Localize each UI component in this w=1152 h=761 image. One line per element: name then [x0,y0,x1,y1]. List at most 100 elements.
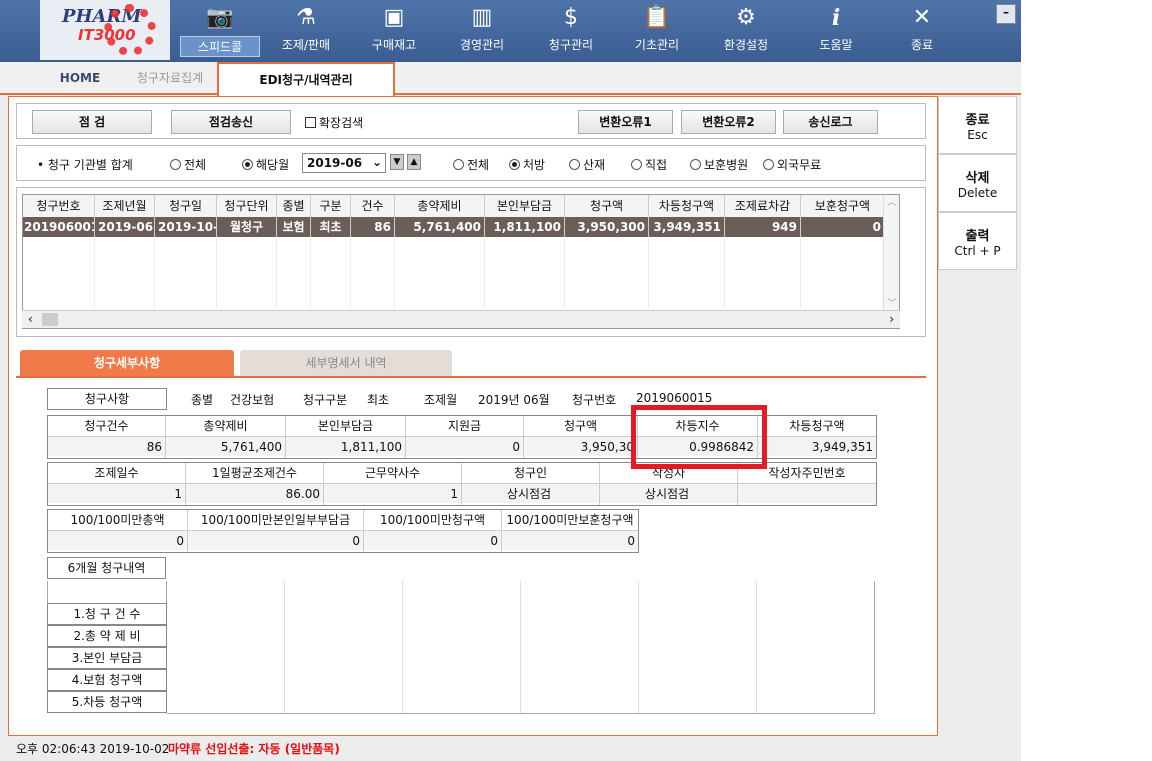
grid-cell: 월청구 [217,217,277,237]
under100-total-field: 0 [48,530,187,550]
scroll-thumb[interactable] [42,313,58,326]
chevron-down-icon: ⌄ [371,155,382,169]
month-value: 2019년 06월 [478,393,550,407]
toolbar-speedcall-button[interactable]: 📷 스피드콜 [180,4,260,58]
kind-label: 종별 [191,393,214,407]
scroll-down-icon: ﹀ [887,299,897,309]
mortar-icon: ⚗ [296,5,316,30]
toolbar-basic-button[interactable]: 📋 기초관리 [617,4,697,58]
scroll-left-icon: ‹ [28,312,33,326]
toolbar-purchase-button[interactable]: ▣ 구매재고 [354,4,434,58]
up-arrow-button[interactable]: ▲ [407,154,421,170]
toolbar-exit-button[interactable]: ✕ 종료 [882,4,962,58]
grid-header[interactable]: 총약제비 [395,195,485,217]
coins-icon: $ [564,5,578,30]
copay-field: 1,811,100 [286,436,405,456]
radio-veteran[interactable]: 보훈병원 [690,156,748,173]
toolbar-management-button[interactable]: ▥ 경영관리 [442,4,522,58]
status-bar: 오후 02:06:43 2019-10-02 마약류 선입선출: 자동 (일반품… [0,737,1021,761]
history-row-label: 1.청 구 건 수 [47,603,167,625]
radio-month[interactable]: 해당월 [242,156,289,173]
claim-org-sum-label: • 청구 기관별 합계 [37,158,133,172]
grid-cell: 2019060015 [23,217,95,237]
button-bar: 점 검 점검송신 확장검색 변환오류1 변환오류2 송신로그 [16,103,926,139]
side-panel: 종료 Esc 삭제 Delete 출력 Ctrl + P [938,96,1017,270]
radio-industrial[interactable]: 산재 [569,156,605,173]
vertical-scrollbar[interactable]: ︿ ﹀ [883,195,899,311]
month-label: 조제월 [424,393,458,407]
tab-claim-aggregate[interactable]: 청구자료집계 [120,62,220,95]
history-row-label: 5.차등 청구액 [47,691,167,713]
radio-foreign[interactable]: 외국무료 [763,156,821,173]
grid-header[interactable]: 청구일 [155,195,217,217]
grid-header[interactable]: 구분 [311,195,351,217]
conv-error1-button[interactable]: 변환오류1 [578,110,673,134]
send-log-button[interactable]: 송신로그 [783,110,878,134]
claim-no-value: 2019060015 [636,391,713,405]
kind-value: 건강보험 [230,393,275,407]
under100-copay-field: 0 [188,530,363,550]
radio-all-2[interactable]: 전체 [453,156,489,173]
grid-cell: 2019-10-0 [155,217,217,237]
under100-claim-field: 0 [364,530,501,550]
check-button[interactable]: 점 검 [32,110,152,134]
horizontal-scrollbar[interactable]: ‹ › [22,310,900,328]
grid-header[interactable]: 조제료차감 [725,195,801,217]
history-table: 1.청 구 건 수 2.총 약 제 비 3.본인 부담금 4.보험 청구액 5.… [47,581,875,714]
grid-cell: 3,950,300 [565,217,649,237]
grid-header[interactable]: 청구액 [565,195,649,217]
claim-grid[interactable]: 청구번호 조제년월 청구일 청구단위 종별 구분 건수 총약제비 본인부담금 청… [22,194,900,329]
div-label: 청구구분 [303,393,348,407]
grid-cell: 3,949,351 [649,217,725,237]
toolbar-settings-button[interactable]: ⚙ 환경설정 [706,4,786,58]
gear-icon: ⚙ [736,5,756,30]
claim-info-caption: 청구사항 [47,388,167,410]
grid-header[interactable]: 청구단위 [217,195,277,217]
grid-header[interactable]: 본인부담금 [485,195,565,217]
month-select[interactable]: 2019-06 ⌄ [302,153,386,173]
ext-search-checkbox[interactable]: 확장검색 [305,114,363,131]
scroll-right-icon: › [889,312,894,326]
check-send-button[interactable]: 점검송신 [171,110,291,134]
tab-edi-claim[interactable]: EDI청구/내역관리 [217,62,395,97]
highlight-box [631,405,767,469]
toolbar-claim-button[interactable]: $ 청구관리 [531,4,611,58]
toolbar-dispense-button[interactable]: ⚗ 조제/판매 [266,4,346,58]
scroll-up-icon: ︿ [886,198,896,208]
under100-veteran-field: 0 [502,530,638,550]
grid-header[interactable]: 보훈청구액 [801,195,885,217]
exit-side-button[interactable]: 종료 Esc [938,96,1017,154]
author-id-field [738,483,876,503]
grid-header[interactable]: 종별 [277,195,311,217]
grid-cell: 5,761,400 [395,217,485,237]
down-arrow-button[interactable]: ▼ [390,154,404,170]
clipboard-icon: 📋 [643,5,671,30]
subsidy-field: 0 [406,436,523,456]
grid-header[interactable]: 차등청구액 [649,195,725,217]
close-icon: ✕ [912,5,932,30]
div-value: 최초 [367,393,390,407]
radio-rx[interactable]: 처방 [509,156,545,173]
conv-error2-button[interactable]: 변환오류2 [681,110,776,134]
grid-header[interactable]: 청구번호 [23,195,95,217]
grid-cell: 86 [351,217,395,237]
status-time: 오후 02:06:43 2019-10-02 [16,742,170,756]
grid-header[interactable]: 조제년월 [95,195,155,217]
tab-claim-detail[interactable]: 청구세부사항 [20,350,234,376]
toolbar-help-button[interactable]: i 도움말 [796,4,876,58]
grid-header[interactable]: 건수 [351,195,395,217]
print-side-button[interactable]: 출력 Ctrl + P [938,212,1017,270]
summary-row-3: 100/100미만총액 0 100/100미만본인일부부담금 0 100/100미만… [47,509,639,553]
delete-side-button[interactable]: 삭제 Delete [938,154,1017,212]
grid-cell: 1,811,100 [485,217,565,237]
radio-all-1[interactable]: 전체 [170,156,206,173]
minimize-button[interactable]: – [996,4,1016,24]
tab-statement-detail[interactable]: 세부명세서 내역 [240,350,452,376]
pharm-logo: PHARM IT3000 [40,0,170,60]
info-icon: i [831,5,841,31]
grid-cell: 2019-06 [95,217,155,237]
tab-bar: HOME 청구자료집계 EDI청구/내역관리 [0,62,1021,97]
history-row-label: 2.총 약 제 비 [47,625,167,647]
radio-direct[interactable]: 직접 [631,156,667,173]
history-row-label: 3.본인 부담금 [47,647,167,669]
